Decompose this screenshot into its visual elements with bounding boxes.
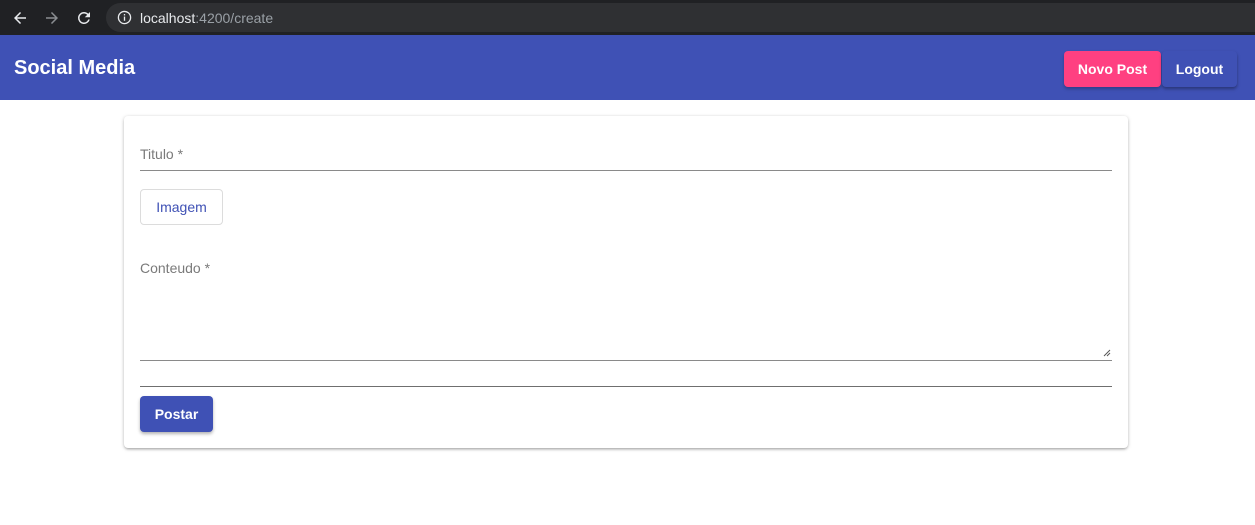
app-title: Social Media bbox=[14, 57, 136, 79]
form-divider bbox=[140, 386, 1112, 387]
forward-arrow-icon[interactable] bbox=[40, 6, 64, 30]
resize-handle-icon[interactable] bbox=[1103, 349, 1111, 357]
app-toolbar: Social Media Novo Post Logout bbox=[0, 35, 1255, 100]
content-label: Conteudo * bbox=[140, 260, 211, 276]
logout-button[interactable]: Logout bbox=[1162, 51, 1237, 87]
content-textarea[interactable]: Conteudo * bbox=[140, 260, 1112, 361]
address-bar[interactable]: localhost:4200/create bbox=[106, 3, 1255, 32]
url-path: :4200/create bbox=[195, 9, 274, 26]
back-arrow-icon[interactable] bbox=[8, 6, 32, 30]
create-post-card: Titulo * Imagem Conteudo * Postar bbox=[124, 116, 1128, 448]
reload-icon[interactable] bbox=[72, 6, 96, 30]
browser-toolbar: localhost:4200/create bbox=[0, 0, 1255, 35]
title-input[interactable]: Titulo * bbox=[140, 146, 1112, 171]
url-text: localhost:4200/create bbox=[140, 10, 273, 26]
new-post-button[interactable]: Novo Post bbox=[1064, 51, 1161, 87]
url-host: localhost bbox=[140, 9, 196, 26]
info-icon[interactable] bbox=[116, 10, 132, 26]
image-upload-button[interactable]: Imagem bbox=[140, 189, 223, 225]
submit-post-button[interactable]: Postar bbox=[140, 396, 213, 432]
title-label: Titulo * bbox=[140, 146, 184, 162]
